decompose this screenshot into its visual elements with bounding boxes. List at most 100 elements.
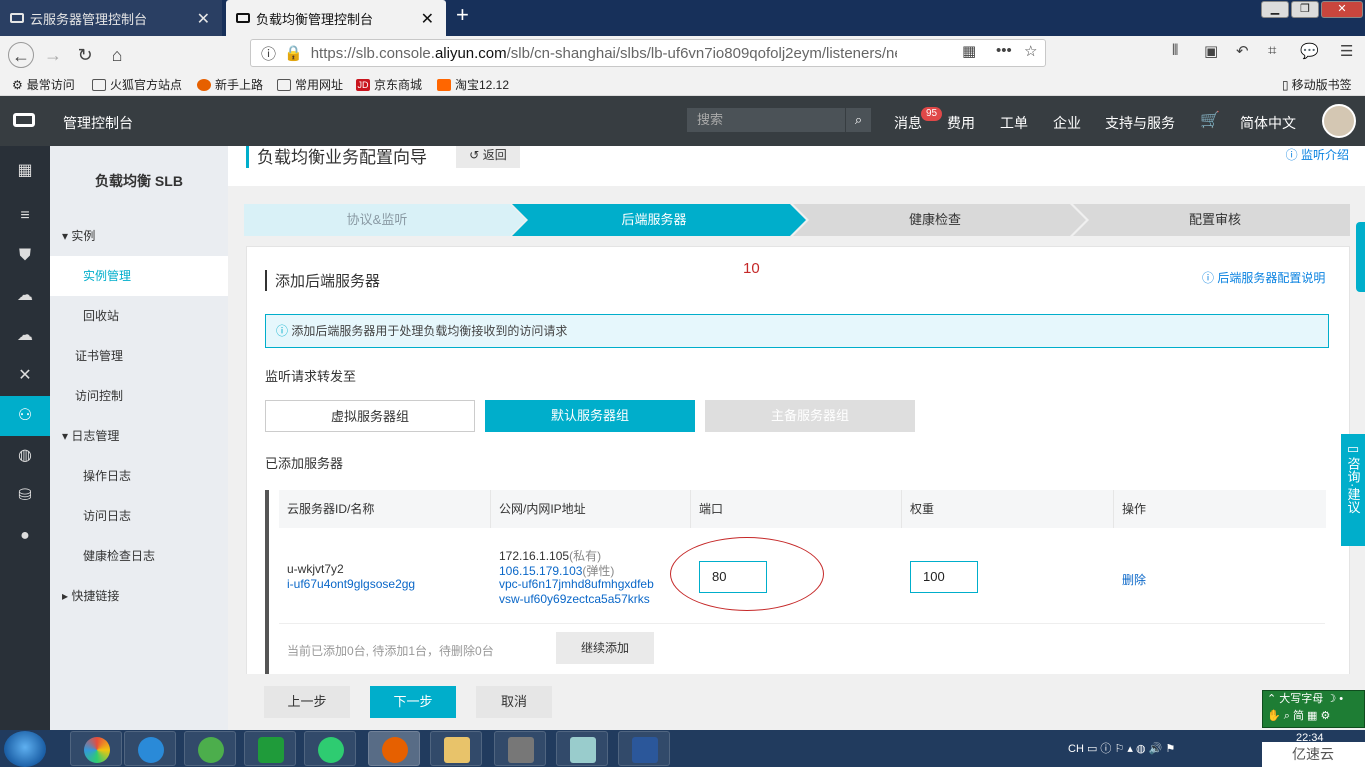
help-icon: ⓘ — [1202, 271, 1218, 285]
search-icon[interactable]: ⌕ — [845, 108, 871, 132]
cloud-download-icon[interactable]: ☁ — [0, 316, 50, 356]
close-icon[interactable]: ✕ — [421, 9, 434, 29]
nav-billing[interactable]: 费用 — [947, 113, 975, 133]
qr-icon[interactable]: ▦ — [962, 42, 976, 60]
sidebar-item-instances[interactable]: ▾ 实例 — [50, 216, 228, 256]
bookmark-most-visited[interactable]: ⚙ 最常访问 — [12, 76, 75, 93]
taskbar-app-8[interactable] — [494, 731, 546, 766]
console-title[interactable]: 管理控制台 — [63, 113, 133, 133]
added-servers-label: 已添加服务器 — [265, 456, 344, 471]
sidebar-item-certificates[interactable]: 证书管理 — [50, 336, 228, 376]
server-id-link[interactable]: i-uf67u4ont9glgsose2gg — [287, 577, 415, 591]
vserver-group-button[interactable]: 虚拟服务器组 — [265, 400, 475, 432]
database-icon[interactable]: ⛁ — [0, 476, 50, 516]
backend-help-link[interactable]: ⓘ 后端服务器配置说明 — [1202, 269, 1325, 286]
start-button[interactable] — [4, 731, 46, 767]
taskbar-app-1[interactable] — [70, 731, 122, 766]
info-icon[interactable]: ⓘ — [261, 43, 276, 64]
delete-link[interactable]: 删除 — [1122, 571, 1146, 588]
menu-icon[interactable]: ☰ — [1340, 42, 1353, 60]
continue-add-button[interactable]: 继续添加 — [556, 632, 654, 664]
taskbar-ie[interactable] — [124, 731, 176, 766]
slb-icon[interactable]: ⚇ — [0, 396, 50, 436]
taskbar-player[interactable] — [304, 731, 356, 766]
taskbar-word[interactable] — [618, 731, 670, 766]
maximize-button[interactable]: ❐ — [1291, 1, 1319, 18]
vpc-link[interactable]: vpc-uf6n17jmhd8ufmhgxdfeb — [499, 577, 654, 591]
more-icon[interactable]: ••• — [996, 42, 1012, 59]
back-button[interactable]: ↺ 返回 — [456, 146, 520, 168]
tab-ecs-console[interactable]: 云服务器管理控制台 ✕ — [0, 0, 222, 36]
undo-icon[interactable]: ↶ — [1236, 42, 1249, 60]
taskbar-app-3[interactable] — [184, 731, 236, 766]
minimize-button[interactable]: ▁ — [1261, 1, 1289, 18]
nav-language[interactable]: 简体中文 — [1240, 113, 1296, 133]
cancel-button[interactable]: 取消 — [476, 686, 552, 718]
bookmark-firefox-site[interactable]: 火狐官方站点 — [92, 76, 182, 93]
sidebar-icon[interactable]: ▣ — [1204, 42, 1218, 60]
tab-slb-console[interactable]: 负载均衡管理控制台 ✕ — [226, 0, 446, 36]
bookmark-jd[interactable]: JD 京东商城 — [356, 76, 422, 93]
bookmark-common-sites[interactable]: 常用网址 — [277, 76, 343, 93]
aliyun-logo-icon[interactable] — [13, 113, 35, 127]
taskbar-iqiyi[interactable] — [244, 731, 296, 766]
sidebar-item-access-control[interactable]: 访问控制 — [50, 376, 228, 416]
library-icon[interactable]: ⫴ — [1172, 42, 1178, 59]
grid-icon[interactable]: ▦ — [0, 151, 50, 191]
globe-icon[interactable]: ◍ — [0, 436, 50, 476]
sidebar-item-instance-management[interactable]: 实例管理 — [50, 256, 228, 296]
edge-tab[interactable] — [1356, 222, 1365, 292]
nav-enterprise[interactable]: 企业 — [1053, 113, 1081, 133]
ie-icon — [138, 737, 164, 763]
back-icon[interactable]: ← — [8, 42, 34, 68]
sidebar-item-recycle-bin[interactable]: 回收站 — [50, 296, 228, 336]
system-tray[interactable]: CH ▭ ⓘ ⚐ ▴ ◍ 🔊 ⚑ — [1068, 740, 1175, 756]
network-icon[interactable]: ✕ — [0, 356, 50, 396]
ime-toolbar[interactable]: ⌃ 大写字母 ☽ • ✋ ⌕ 简 ▦ ⚙ — [1262, 690, 1365, 728]
default-server-group-button[interactable]: 默认服务器组 — [485, 400, 695, 432]
close-icon[interactable]: ✕ — [197, 9, 210, 29]
reload-icon[interactable]: ↻ — [72, 42, 98, 68]
nav-messages[interactable]: 消息 — [894, 113, 922, 133]
vswitch-link[interactable]: vsw-uf60y69zectca5a57krks — [499, 592, 650, 606]
chat-icon[interactable]: 💬 — [1300, 42, 1319, 60]
cloud-icon[interactable]: ☁ — [0, 276, 50, 316]
taskbar-app-9[interactable] — [556, 731, 608, 766]
sidebar-item-operation-logs[interactable]: 操作日志 — [50, 456, 228, 496]
bookmark-mobile[interactable]: ▯ 移动版书签 — [1282, 76, 1352, 93]
avatar[interactable] — [1322, 104, 1356, 138]
sidebar-item-logs[interactable]: ▾ 日志管理 — [50, 416, 228, 456]
bookmark-getting-started[interactable]: 新手上路 — [197, 76, 263, 93]
sidebar-item-access-logs[interactable]: 访问日志 — [50, 496, 228, 536]
nav-tickets[interactable]: 工单 — [1000, 113, 1028, 133]
sidebar-item-shortcuts[interactable]: ▸ 快捷链接 — [50, 576, 228, 616]
taskbar-explorer[interactable] — [430, 731, 482, 766]
cart-icon[interactable]: 🛒 — [1200, 110, 1220, 130]
forward-icon[interactable]: → — [40, 42, 66, 68]
phone-icon: ▯ — [1282, 77, 1289, 92]
word-icon — [632, 737, 658, 763]
bookmark-taobao[interactable]: 淘宝12.12 — [437, 76, 509, 93]
close-window-button[interactable]: ✕ — [1321, 1, 1363, 18]
home-icon[interactable]: ⌂ — [104, 42, 130, 68]
listener-intro-link[interactable]: ⓘ 监听介绍 — [1286, 146, 1349, 163]
step-review: 配置审核 — [1188, 212, 1241, 227]
consult-button[interactable]: ▭ 咨询·建议 — [1341, 434, 1365, 546]
list-icon[interactable]: ≡ — [0, 196, 50, 236]
caret-right-icon: ▸ — [62, 589, 72, 603]
search-input[interactable]: 搜索 ⌕ — [687, 108, 871, 132]
sidebar-item-health-check-logs[interactable]: 健康检查日志 — [50, 536, 228, 576]
prev-step-button[interactable]: 上一步 — [264, 686, 350, 718]
url-bar[interactable]: ⓘ 🔒 https://slb.console. aliyun.com /slb… — [250, 39, 1046, 67]
taskbar-firefox[interactable] — [368, 731, 420, 766]
nav-support[interactable]: 支持与服务 — [1105, 113, 1175, 133]
next-step-button[interactable]: 下一步 — [370, 686, 456, 718]
weight-input[interactable]: 100 — [910, 561, 978, 593]
circle-icon[interactable]: ● — [0, 516, 50, 556]
shield-icon[interactable]: ⛊ — [0, 236, 50, 276]
server-summary: 当前已添加0台, 待添加1台，待删除0台 — [287, 644, 494, 658]
new-tab-icon[interactable]: + — [456, 2, 469, 28]
star-icon[interactable]: ☆ — [1024, 42, 1037, 60]
app-icon — [570, 737, 596, 763]
crop-icon[interactable]: ⌗ — [1268, 42, 1276, 59]
